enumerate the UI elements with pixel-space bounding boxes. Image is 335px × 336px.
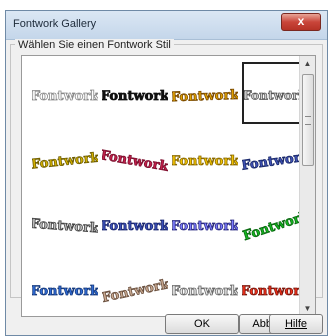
fontwork-preview: Fontwork bbox=[32, 89, 98, 105]
fontwork-sample-text: Fontwork bbox=[172, 154, 238, 169]
fontwork-sample-text: Fontwork bbox=[172, 88, 238, 105]
close-button[interactable]: x bbox=[281, 13, 321, 31]
fontwork-style-item[interactable]: Fontwork bbox=[102, 62, 168, 124]
fontwork-preview: Fontwork bbox=[172, 219, 238, 235]
fontwork-preview: Fontwork bbox=[32, 150, 98, 173]
fontwork-preview: Fontwork bbox=[172, 154, 238, 170]
fontwork-preview: Fontwork bbox=[102, 276, 168, 306]
fontwork-style-item[interactable]: Fontwork bbox=[172, 127, 238, 189]
help-button[interactable]: Hilfe bbox=[269, 314, 323, 334]
gallery-scrollbar[interactable]: ▲ ▼ bbox=[299, 56, 315, 316]
fontwork-sample-text: Fontwork bbox=[32, 284, 98, 299]
fontwork-sample-text: Fontwork bbox=[102, 89, 168, 104]
fontwork-style-item[interactable]: Fontwork bbox=[32, 127, 98, 189]
fontwork-sample-text: Fontwork bbox=[172, 219, 238, 234]
fontwork-preview: Fontwork bbox=[102, 219, 168, 235]
ok-button[interactable]: OK bbox=[165, 314, 239, 334]
style-group-label: Wählen Sie einen Fontwork Stil bbox=[15, 39, 174, 51]
fontwork-preview: Fontwork bbox=[102, 148, 168, 176]
fontwork-sample-text: Fontwork bbox=[102, 148, 168, 175]
fontwork-preview: Fontwork bbox=[172, 284, 238, 300]
fontwork-gallery: Fontwork Fontwork Fontwork Fontwork Fontwork… bbox=[21, 55, 316, 317]
scroll-up-icon[interactable]: ▲ bbox=[300, 56, 315, 71]
fontwork-sample-text: Fontwork bbox=[244, 89, 306, 103]
fontwork-style-item[interactable]: Fontwork bbox=[172, 62, 238, 124]
fontwork-style-item[interactable]: Fontwork bbox=[32, 62, 98, 124]
fontwork-sample-text: Fontwork bbox=[32, 217, 98, 237]
title-bar[interactable]: Fontwork Gallery x bbox=[6, 11, 327, 40]
fontwork-sample-text: Fontwork bbox=[32, 89, 98, 104]
help-label: Hilfe bbox=[284, 318, 307, 330]
fontwork-style-item[interactable]: Fontwork bbox=[102, 127, 168, 189]
fontwork-preview: Fontwork bbox=[102, 89, 168, 105]
scroll-thumb[interactable] bbox=[302, 74, 314, 166]
fontwork-style-item[interactable]: Fontwork bbox=[102, 257, 168, 319]
fontwork-preview: Fontwork bbox=[32, 216, 98, 237]
fontwork-preview: Fontwork bbox=[244, 88, 306, 103]
fontwork-sample-text: Fontwork bbox=[102, 277, 168, 306]
fontwork-style-item[interactable]: Fontwork bbox=[102, 192, 168, 254]
close-icon: x bbox=[297, 14, 305, 28]
fontwork-gallery-dialog: Fontwork Gallery x Wählen Sie einen Font… bbox=[5, 10, 328, 336]
fontwork-sample-text: Fontwork bbox=[172, 284, 238, 299]
fontwork-style-item[interactable]: Fontwork bbox=[172, 192, 238, 254]
dialog-title: Fontwork Gallery bbox=[13, 18, 97, 30]
fontwork-preview: Fontwork bbox=[172, 87, 238, 105]
fontwork-style-item[interactable]: Fontwork bbox=[32, 192, 98, 254]
fontwork-sample-text: Fontwork bbox=[32, 150, 98, 172]
fontwork-sample-text: Fontwork bbox=[102, 219, 168, 234]
fontwork-preview: Fontwork bbox=[32, 284, 98, 300]
fontwork-style-item[interactable]: Fontwork bbox=[32, 257, 98, 319]
fontwork-style-item[interactable]: Fontwork bbox=[172, 257, 238, 319]
scroll-grip-icon bbox=[305, 116, 311, 125]
